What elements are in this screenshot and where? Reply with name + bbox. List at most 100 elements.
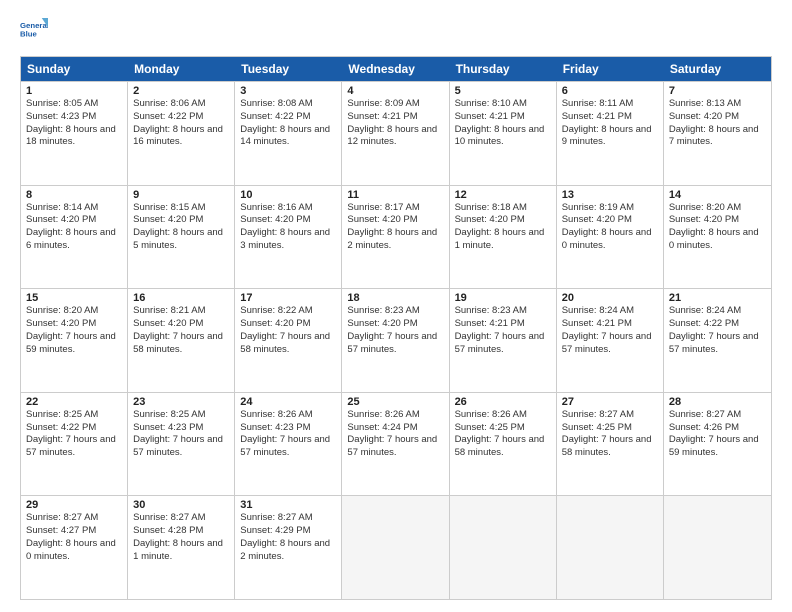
sunset-line: Sunset: 4:21 PM — [455, 318, 551, 331]
sunrise-line: Sunrise: 8:21 AM — [133, 305, 229, 318]
daylight-line: Daylight: 7 hours and 57 minutes. — [669, 331, 766, 357]
day-of-week-header: Friday — [557, 57, 664, 81]
calendar-header: SundayMondayTuesdayWednesdayThursdayFrid… — [21, 57, 771, 81]
sunrise-line: Sunrise: 8:23 AM — [455, 305, 551, 318]
sunrise-line: Sunrise: 8:11 AM — [562, 98, 658, 111]
calendar-cell: 23 Sunrise: 8:25 AM Sunset: 4:23 PM Dayl… — [128, 393, 235, 496]
day-number: 12 — [455, 189, 551, 201]
day-number: 27 — [562, 396, 658, 408]
calendar-cell: 29 Sunrise: 8:27 AM Sunset: 4:27 PM Dayl… — [21, 496, 128, 599]
calendar-cell: 11 Sunrise: 8:17 AM Sunset: 4:20 PM Dayl… — [342, 186, 449, 289]
sunrise-line: Sunrise: 8:23 AM — [347, 305, 443, 318]
day-of-week-header: Sunday — [21, 57, 128, 81]
sunrise-line: Sunrise: 8:27 AM — [562, 409, 658, 422]
sunset-line: Sunset: 4:24 PM — [347, 422, 443, 435]
daylight-line: Daylight: 7 hours and 57 minutes. — [26, 434, 122, 460]
calendar-cell: 21 Sunrise: 8:24 AM Sunset: 4:22 PM Dayl… — [664, 289, 771, 392]
sunset-line: Sunset: 4:20 PM — [240, 318, 336, 331]
sunset-line: Sunset: 4:20 PM — [26, 214, 122, 227]
daylight-line: Daylight: 7 hours and 57 minutes. — [240, 434, 336, 460]
logo: General Blue — [20, 18, 48, 46]
sunset-line: Sunset: 4:22 PM — [26, 422, 122, 435]
sunrise-line: Sunrise: 8:05 AM — [26, 98, 122, 111]
day-number: 3 — [240, 85, 336, 97]
calendar-cell — [557, 496, 664, 599]
calendar-cell: 22 Sunrise: 8:25 AM Sunset: 4:22 PM Dayl… — [21, 393, 128, 496]
calendar-cell: 31 Sunrise: 8:27 AM Sunset: 4:29 PM Dayl… — [235, 496, 342, 599]
day-number: 10 — [240, 189, 336, 201]
day-number: 21 — [669, 292, 766, 304]
sunrise-line: Sunrise: 8:06 AM — [133, 98, 229, 111]
daylight-line: Daylight: 7 hours and 59 minutes. — [669, 434, 766, 460]
calendar-cell: 10 Sunrise: 8:16 AM Sunset: 4:20 PM Dayl… — [235, 186, 342, 289]
calendar-cell: 20 Sunrise: 8:24 AM Sunset: 4:21 PM Dayl… — [557, 289, 664, 392]
sunrise-line: Sunrise: 8:25 AM — [26, 409, 122, 422]
calendar-cell: 25 Sunrise: 8:26 AM Sunset: 4:24 PM Dayl… — [342, 393, 449, 496]
day-number: 17 — [240, 292, 336, 304]
calendar-cell: 9 Sunrise: 8:15 AM Sunset: 4:20 PM Dayli… — [128, 186, 235, 289]
calendar-row: 1 Sunrise: 8:05 AM Sunset: 4:23 PM Dayli… — [21, 81, 771, 185]
sunrise-line: Sunrise: 8:20 AM — [669, 202, 766, 215]
day-number: 9 — [133, 189, 229, 201]
daylight-line: Daylight: 8 hours and 9 minutes. — [562, 124, 658, 150]
daylight-line: Daylight: 8 hours and 2 minutes. — [240, 538, 336, 564]
sunset-line: Sunset: 4:25 PM — [455, 422, 551, 435]
sunset-line: Sunset: 4:20 PM — [669, 214, 766, 227]
sunrise-line: Sunrise: 8:13 AM — [669, 98, 766, 111]
sunrise-line: Sunrise: 8:24 AM — [669, 305, 766, 318]
daylight-line: Daylight: 8 hours and 6 minutes. — [26, 227, 122, 253]
daylight-line: Daylight: 7 hours and 58 minutes. — [133, 331, 229, 357]
calendar-row: 15 Sunrise: 8:20 AM Sunset: 4:20 PM Dayl… — [21, 288, 771, 392]
calendar-cell: 18 Sunrise: 8:23 AM Sunset: 4:20 PM Dayl… — [342, 289, 449, 392]
sunset-line: Sunset: 4:29 PM — [240, 525, 336, 538]
day-of-week-header: Wednesday — [342, 57, 449, 81]
sunset-line: Sunset: 4:20 PM — [347, 214, 443, 227]
sunset-line: Sunset: 4:20 PM — [240, 214, 336, 227]
calendar-cell: 1 Sunrise: 8:05 AM Sunset: 4:23 PM Dayli… — [21, 82, 128, 185]
day-of-week-header: Saturday — [664, 57, 771, 81]
calendar-cell: 24 Sunrise: 8:26 AM Sunset: 4:23 PM Dayl… — [235, 393, 342, 496]
day-of-week-header: Thursday — [450, 57, 557, 81]
day-number: 30 — [133, 499, 229, 511]
calendar-cell — [342, 496, 449, 599]
daylight-line: Daylight: 8 hours and 1 minute. — [133, 538, 229, 564]
calendar-cell: 8 Sunrise: 8:14 AM Sunset: 4:20 PM Dayli… — [21, 186, 128, 289]
calendar-cell: 13 Sunrise: 8:19 AM Sunset: 4:20 PM Dayl… — [557, 186, 664, 289]
day-number: 16 — [133, 292, 229, 304]
sunrise-line: Sunrise: 8:16 AM — [240, 202, 336, 215]
day-number: 2 — [133, 85, 229, 97]
sunset-line: Sunset: 4:22 PM — [669, 318, 766, 331]
day-number: 24 — [240, 396, 336, 408]
sunset-line: Sunset: 4:23 PM — [133, 422, 229, 435]
sunset-line: Sunset: 4:20 PM — [26, 318, 122, 331]
sunrise-line: Sunrise: 8:27 AM — [240, 512, 336, 525]
sunrise-line: Sunrise: 8:24 AM — [562, 305, 658, 318]
calendar-cell: 19 Sunrise: 8:23 AM Sunset: 4:21 PM Dayl… — [450, 289, 557, 392]
sunrise-line: Sunrise: 8:25 AM — [133, 409, 229, 422]
day-number: 23 — [133, 396, 229, 408]
calendar-cell: 5 Sunrise: 8:10 AM Sunset: 4:21 PM Dayli… — [450, 82, 557, 185]
day-number: 5 — [455, 85, 551, 97]
day-of-week-header: Tuesday — [235, 57, 342, 81]
calendar-cell — [664, 496, 771, 599]
calendar-row: 29 Sunrise: 8:27 AM Sunset: 4:27 PM Dayl… — [21, 495, 771, 599]
calendar-body: 1 Sunrise: 8:05 AM Sunset: 4:23 PM Dayli… — [21, 81, 771, 599]
sunrise-line: Sunrise: 8:19 AM — [562, 202, 658, 215]
daylight-line: Daylight: 8 hours and 1 minute. — [455, 227, 551, 253]
day-number: 1 — [26, 85, 122, 97]
day-number: 11 — [347, 189, 443, 201]
day-number: 22 — [26, 396, 122, 408]
sunset-line: Sunset: 4:25 PM — [562, 422, 658, 435]
daylight-line: Daylight: 8 hours and 14 minutes. — [240, 124, 336, 150]
day-number: 20 — [562, 292, 658, 304]
calendar-cell — [450, 496, 557, 599]
sunset-line: Sunset: 4:20 PM — [133, 318, 229, 331]
day-number: 29 — [26, 499, 122, 511]
sunset-line: Sunset: 4:20 PM — [669, 111, 766, 124]
sunrise-line: Sunrise: 8:20 AM — [26, 305, 122, 318]
svg-text:General: General — [20, 21, 48, 30]
calendar-cell: 17 Sunrise: 8:22 AM Sunset: 4:20 PM Dayl… — [235, 289, 342, 392]
calendar-cell: 27 Sunrise: 8:27 AM Sunset: 4:25 PM Dayl… — [557, 393, 664, 496]
calendar-cell: 26 Sunrise: 8:26 AM Sunset: 4:25 PM Dayl… — [450, 393, 557, 496]
calendar-cell: 14 Sunrise: 8:20 AM Sunset: 4:20 PM Dayl… — [664, 186, 771, 289]
